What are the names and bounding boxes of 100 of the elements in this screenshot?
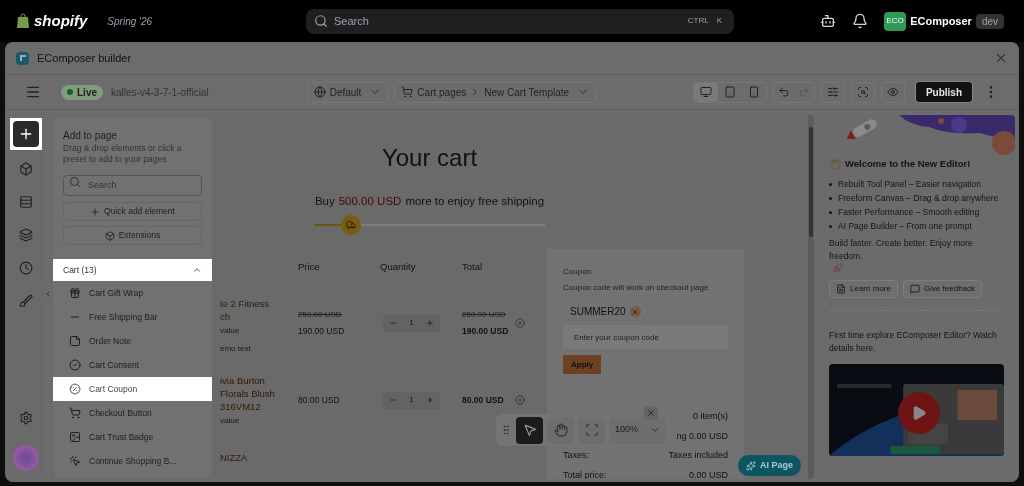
cart-icon (401, 86, 414, 98)
column-header: Total (454, 250, 537, 285)
welcome-title: Welcome to the New Editor! (845, 157, 971, 171)
account-avatar[interactable]: ECO (884, 11, 907, 31)
remove-icon (515, 395, 525, 406)
check-circle-icon (69, 359, 81, 371)
category-header[interactable]: Cart (13) (53, 259, 212, 281)
language-dropdown[interactable]: Default (306, 81, 389, 103)
document-icon (836, 284, 846, 295)
layers-icon (19, 227, 33, 242)
summary-value: 0 item(s) (693, 410, 728, 424)
quick-add-button[interactable]: Quick add element (63, 202, 202, 221)
panel-link-button[interactable]: Give feedback (902, 280, 983, 299)
sliders-icon (826, 86, 839, 98)
undo-icon (777, 86, 790, 98)
feature-item: AI Page Builder – From one prompt (838, 220, 972, 233)
panel-title: Add to page (63, 129, 118, 143)
chevron-down-icon (650, 425, 661, 435)
theme-name: kalles-v4-3-7-1-official (111, 85, 209, 100)
panel-link-button[interactable]: Learn more (829, 280, 898, 299)
element-item[interactable]: Continue Shopping B... (53, 449, 212, 473)
play-icon (911, 405, 927, 422)
line-total: 190.00 USD (462, 324, 509, 338)
summary-label: Taxes: (563, 449, 589, 463)
zoom-dropdown[interactable]: 100% (609, 416, 667, 444)
shortcut-key: K (712, 15, 726, 27)
product-name[interactable]: NIZZA (220, 451, 289, 465)
settings-button[interactable] (820, 81, 845, 103)
box-icon (19, 161, 33, 176)
close-icon (994, 51, 1008, 65)
canvas-tool[interactable] (516, 416, 543, 444)
product-name[interactable]: te 2 Fitness (220, 297, 289, 311)
plus-icon (426, 319, 434, 328)
store-badge: dev (975, 13, 1004, 29)
scan-search-icon (856, 86, 869, 98)
brush-icon (19, 293, 33, 308)
inspect-button[interactable] (850, 81, 875, 103)
product-detail: value (220, 415, 241, 428)
add-button[interactable] (10, 118, 42, 150)
quantity-stepper[interactable]: 1 (383, 314, 440, 332)
eye-icon (886, 86, 899, 98)
shortcut-key: CTRL (683, 15, 713, 27)
hand-icon (553, 423, 568, 437)
breadcrumb-item: New Cart Template (484, 85, 570, 100)
element-item[interactable]: Order Note (53, 329, 212, 353)
feature-item: Freeform Canvas – Drag & drop anywhere (838, 192, 999, 205)
globe-icon (313, 86, 326, 98)
price: 80.00 USD (298, 393, 341, 407)
page-dropdown[interactable]: Cart pages New Cart Template (394, 81, 597, 103)
rocket-icon (833, 263, 843, 274)
summary-label: Total price: (563, 468, 607, 479)
release-label: Spring '26 (107, 14, 153, 29)
ai-page-button[interactable]: AI Page (738, 455, 801, 476)
product-name[interactable]: Florals Blush (220, 387, 289, 401)
coupon-input[interactable]: Enter your coupon code (563, 325, 728, 350)
scrollbar-thumb[interactable] (809, 127, 813, 237)
remove-coupon-icon[interactable] (629, 306, 641, 318)
extensions-icon (104, 230, 115, 241)
sparkle-icon (746, 460, 756, 471)
product-name[interactable]: 316VM12 (220, 400, 289, 414)
element-item[interactable]: Checkout Button (53, 401, 212, 425)
plus-icon (18, 126, 34, 142)
product-name[interactable]: ch (220, 310, 289, 324)
element-item[interactable]: Cart Gift Wrap (53, 281, 212, 305)
plus-icon (90, 206, 101, 217)
bell-icon (852, 13, 869, 29)
coupon-icon (69, 383, 81, 395)
page-title: Your cart (381, 143, 478, 173)
device-toggle[interactable] (693, 82, 718, 102)
search-icon (314, 13, 328, 28)
gift-icon (69, 287, 81, 299)
close-toolbar-button[interactable] (644, 406, 658, 420)
summary-value: ng 0.00 USD (676, 429, 728, 443)
remove-icon (515, 318, 525, 329)
fit-screen-icon (584, 423, 599, 437)
truck-icon (346, 220, 357, 231)
pointer-icon (69, 455, 81, 467)
tagline: Build faster. Create better. Enjoy more freedom. (829, 237, 974, 264)
feature-item: Rebuilt Tool Panel – Easier navigation (838, 178, 982, 191)
drag-handle-icon (500, 424, 512, 436)
element-item[interactable]: Cart Trust Badge (53, 425, 212, 449)
apply-button[interactable]: Apply (563, 355, 602, 375)
feedback-icon (909, 284, 920, 295)
line-total: 80.00 USD (462, 393, 504, 407)
product-name[interactable]: ivia Burton (220, 374, 289, 388)
canvas-tool[interactable] (547, 416, 574, 444)
search-icon (69, 176, 81, 188)
original-total: 250.00 USD (462, 308, 507, 321)
quantity-stepper[interactable]: 1 (383, 391, 440, 409)
truck-thumb[interactable] (341, 215, 362, 236)
element-item[interactable]: Free Shipping Bar (53, 305, 212, 329)
publish-button[interactable]: Publish (914, 81, 973, 103)
preview-button[interactable] (880, 81, 905, 103)
live-badge: Live (61, 84, 103, 100)
summary-value: Taxes included (668, 449, 728, 463)
tablet-icon (723, 86, 736, 98)
element-item[interactable]: Cart Coupon (53, 377, 212, 401)
element-item[interactable]: Cart Consent (53, 353, 212, 377)
extensions-button[interactable]: Extensions (63, 226, 202, 245)
app-logo-icon (16, 51, 29, 65)
